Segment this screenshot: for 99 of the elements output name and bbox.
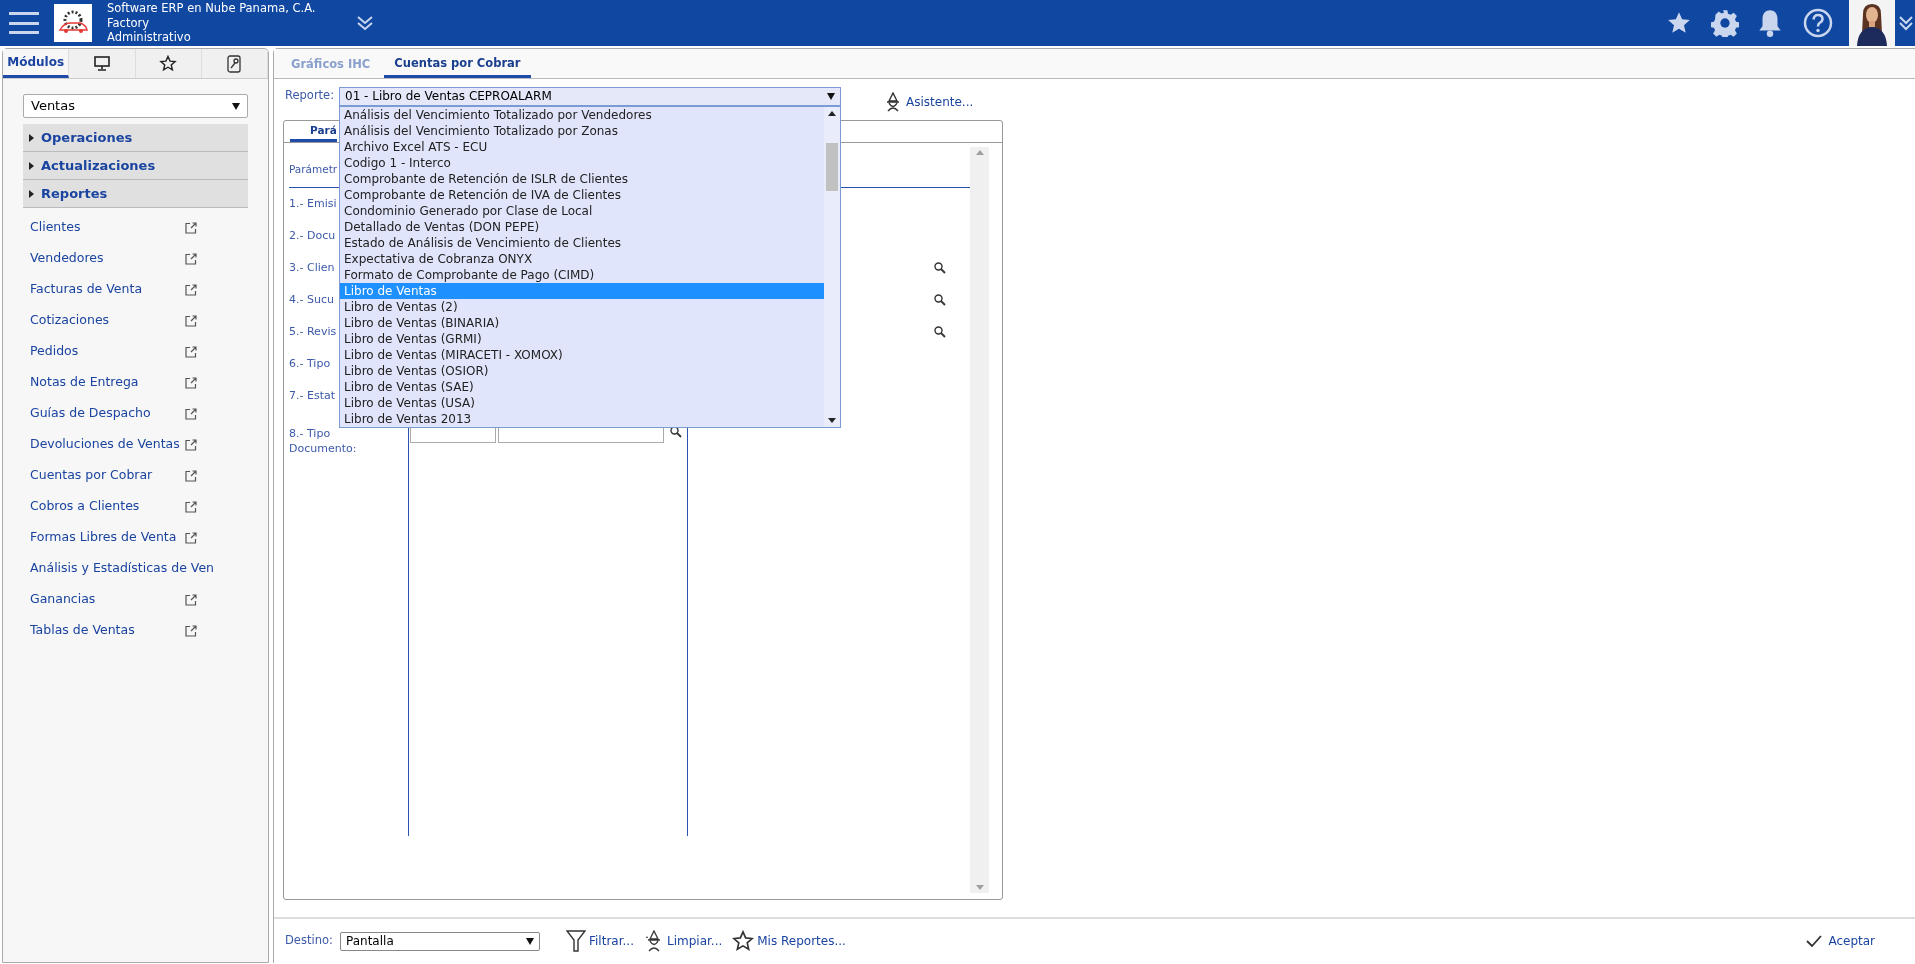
external-link-icon[interactable] [185,314,197,327]
dropdown-option[interactable]: Formato de Comprobante de Pago (CIMD) [340,266,824,283]
settings-icon[interactable] [1711,9,1739,37]
sidebar-link[interactable]: Clientes [30,218,81,237]
sidebar-link[interactable]: Devoluciones de Ventas [30,435,180,454]
accordion-section[interactable]: Operaciones [23,124,248,152]
destination-select[interactable]: Pantalla [340,931,540,951]
dropdown-option[interactable]: Comprobante de Retención de ISLR de Clientes [340,170,824,187]
external-link-icon[interactable] [185,407,197,420]
parameter-label: 7.- Estat [289,387,335,404]
dropdown-option[interactable]: Libro de Ventas (MIRACETI - XOMOX) [340,346,824,363]
user-role: Administrativo [107,30,192,45]
parameter-label: 3.- Clien [289,259,335,276]
company-name: Software ERP en Nube Panama, C.A. [107,1,316,16]
external-link-icon[interactable] [185,345,197,358]
search-icon[interactable] [670,426,682,438]
parameter-label: 6.- Tipo [289,355,331,372]
dropdown-option[interactable]: Condominio Generado por Clase de Local [340,202,824,219]
parameter-label: 8.- Tipo Documento: [289,426,358,456]
expand-icon[interactable] [1899,15,1913,31]
filter-icon [566,930,586,952]
company-branch: Factory [107,15,150,31]
dropdown-option[interactable]: Libro de Ventas (SAE) [340,378,824,395]
search-icon[interactable] [934,326,946,338]
parameter-label: 2.- Docu [289,227,336,244]
sidebar-link[interactable]: Guías de Despacho [30,404,151,423]
scroll-down-icon[interactable] [828,417,836,423]
dropdown-option[interactable]: Comprobante de Retención de IVA de Clientes [340,186,824,203]
accept-button[interactable]: Aceptar [1806,932,1875,950]
parameter-label: 5.- Revis [289,323,337,340]
accordion-section[interactable]: Actualizaciones [23,152,248,180]
dropdown-option[interactable]: Libro de Ventas 2013 [340,410,824,427]
key-icon [227,54,242,73]
caret-icon [29,161,35,170]
dropdown-option[interactable]: Análisis del Vencimiento Totalizado por Vendedores [340,106,824,123]
sidebar-tab[interactable]: Módulos [3,49,70,78]
sidebar-link[interactable]: Vendedores [30,249,104,268]
external-link-icon[interactable] [185,283,197,296]
scrollbar[interactable] [824,106,840,427]
company-logo [54,4,92,42]
dropdown-option[interactable]: Libro de Ventas (USA) [340,394,824,411]
dropdown-arrow-icon [827,92,835,100]
assistant-button[interactable]: Asistente... [883,92,974,112]
dropdown-arrow-icon [526,937,534,945]
star-icon [732,930,755,952]
toolbar-button[interactable]: Filtrar... [566,930,634,952]
external-link-icon[interactable] [185,252,197,265]
sidebar-link[interactable]: Pedidos [30,342,79,361]
tab[interactable]: Cuentas por Cobrar [384,52,531,78]
report-label: Reporte: [285,87,336,105]
sidebar-link[interactable]: Facturas de Venta [30,280,143,299]
sidebar-link[interactable]: Cotizaciones [30,311,110,330]
sidebar-link[interactable]: Tablas de Ventas [30,621,135,640]
tab[interactable]: Pará [290,122,337,142]
dropdown-option[interactable]: Estado de Análisis de Vencimiento de Clientes [340,234,824,251]
search-icon[interactable] [934,262,946,274]
sidebar-link[interactable]: Cuentas por Cobrar [30,466,153,485]
dropdown-option[interactable]: Libro de Ventas (BINARIA) [340,314,824,331]
report-select[interactable]: 01 - Libro de Ventas CEPROALARM [339,86,841,106]
dropdown-option[interactable]: Codigo 1 - Interco [340,154,824,171]
caret-icon [29,189,35,198]
sidebar-link[interactable]: Formas Libres de Venta [30,528,177,547]
scroll-up-icon[interactable] [828,110,836,116]
sidebar-link[interactable]: Ganancias [30,590,96,609]
parameter-label: 4.- Sucu [289,291,334,308]
dropdown-option[interactable]: Libro de Ventas (GRMI) [340,330,824,347]
external-link-icon[interactable] [185,531,197,544]
parameter-label: 1.- Emisi [289,195,337,212]
sidebar-link[interactable]: Análisis y Estadísticas de Ven [30,559,214,578]
external-link-icon[interactable] [185,221,197,234]
dropdown-option[interactable]: Libro de Ventas (OSIOR) [340,362,824,379]
external-link-icon[interactable] [185,500,197,513]
external-link-icon[interactable] [185,438,197,451]
destination-label: Destino: [285,932,334,950]
dropdown-option[interactable]: Detallado de Ventas (DON PEPE) [340,218,824,235]
external-link-icon[interactable] [185,376,197,389]
monitor-icon [93,56,110,71]
external-link-icon[interactable] [185,469,197,482]
accordion-section[interactable]: Reportes [23,180,248,208]
module-select[interactable]: Ventas [23,94,248,118]
external-link-icon[interactable] [185,593,197,606]
search-icon[interactable] [934,294,946,306]
star-icon [159,55,178,72]
dropdown-option[interactable]: Libro de Ventas (2) [340,298,824,315]
notification-bell-icon[interactable] [1757,8,1783,38]
scroll-thumb[interactable] [826,142,838,191]
dropdown-option[interactable]: Análisis del Vencimiento Totalizado por Zonas [340,122,824,139]
dropdown-option[interactable]: Archivo Excel ATS - ECU [340,138,824,155]
expand-icon[interactable] [355,15,374,31]
toolbar-button[interactable]: Mis Reportes... [732,930,846,952]
toolbar-button[interactable]: Limpiar... [643,930,723,952]
external-link-icon[interactable] [185,624,197,637]
dropdown-option[interactable]: Expectativa de Cobranza ONYX [340,250,824,267]
caret-icon [29,133,35,142]
sidebar-link[interactable]: Notas de Entrega [30,373,139,392]
dropdown-arrow-icon [232,102,240,110]
checkmark-icon [1806,935,1823,947]
help-icon[interactable] [1803,8,1833,38]
sidebar-link[interactable]: Cobros a Clientes [30,497,140,516]
